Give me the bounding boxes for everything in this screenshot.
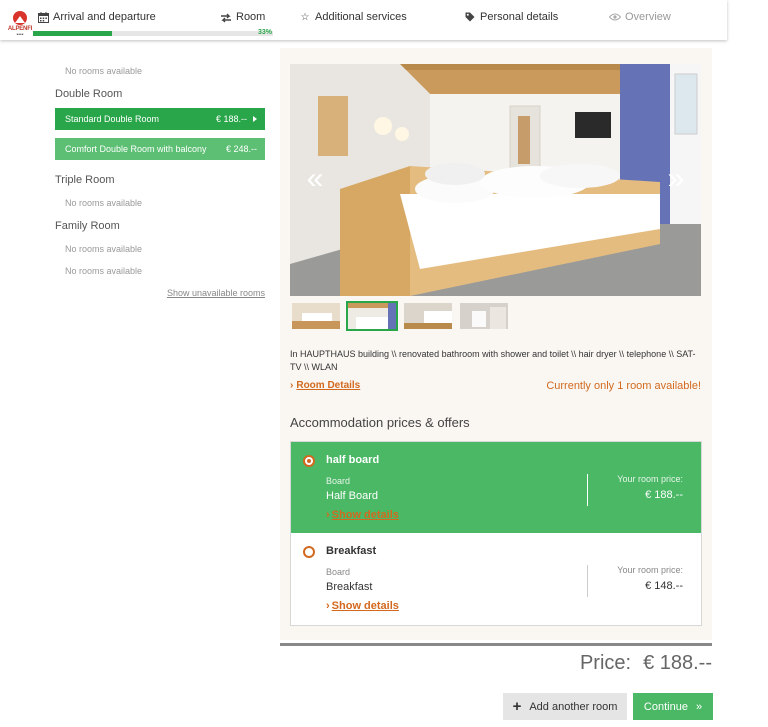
price-divider <box>280 643 712 646</box>
board-value: Half Board <box>326 490 378 502</box>
price-value: € 188.-- <box>645 489 683 501</box>
thumbnail-3[interactable] <box>402 301 454 331</box>
room-details-panel: « » In HAUPTHAUS building \\ renovated b… <box>280 48 712 640</box>
category-double-room: Double Room <box>55 88 123 100</box>
show-details-link[interactable]: › Show details <box>326 509 399 521</box>
category-family-room: Family Room <box>55 220 120 232</box>
show-details-label: Show details <box>331 509 399 521</box>
offer-breakfast[interactable]: Breakfast Board Breakfast › Show details … <box>291 533 701 624</box>
logo-mark-icon <box>13 11 27 25</box>
double-chevron-right-icon: » <box>695 700 703 713</box>
total-price: Price: € 188.-- <box>580 652 712 675</box>
show-details-link[interactable]: › Show details <box>326 600 399 612</box>
offers-list: half board Board Half Board › Show detail… <box>290 441 702 626</box>
room-name: Comfort Double Room with balcony <box>65 144 207 154</box>
room-price: € 188.-- <box>215 114 247 124</box>
room-arrows-icon <box>220 11 232 23</box>
step-label: Overview <box>625 11 671 23</box>
step-personal-details[interactable]: Personal details <box>464 11 558 23</box>
continue-label: Continue <box>643 700 688 713</box>
step-label: Arrival and departure <box>53 11 156 23</box>
prev-photo-arrow[interactable]: « <box>300 164 330 194</box>
thumbnail-1[interactable] <box>290 301 342 331</box>
step-label: Additional services <box>315 11 407 23</box>
thumbnail-4[interactable] <box>458 301 510 331</box>
category-triple-room: Triple Room <box>55 174 115 186</box>
board-value: Breakfast <box>326 581 373 593</box>
chevron-right-icon: › <box>290 380 294 391</box>
price-value: € 148.-- <box>645 580 683 592</box>
room-price: € 248.-- <box>225 144 257 154</box>
tag-icon <box>464 11 476 23</box>
progress-fill <box>33 31 113 36</box>
thumbnail-2[interactable] <box>346 301 398 331</box>
board-label: Board <box>326 476 351 486</box>
step-arrival-departure[interactable]: Arrival and departure <box>37 11 156 23</box>
no-rooms-text: No rooms available <box>65 244 143 254</box>
room-details-link[interactable]: › Room Details <box>290 380 360 391</box>
room-comfort-double-button[interactable]: Comfort Double Room with balcony € 248.-… <box>55 138 265 160</box>
room-photo: « » <box>290 64 701 296</box>
step-label: Room <box>236 11 266 23</box>
room-name: Standard Double Room <box>65 114 160 124</box>
room-details-label: Room Details <box>296 380 361 391</box>
offer-price-box: Your room price: € 188.-- <box>587 474 683 506</box>
accommodation-title: Accommodation prices & offers <box>290 415 470 430</box>
chevron-right-icon: › <box>326 600 330 612</box>
chevron-right-icon: › <box>326 509 330 521</box>
star-icon: ☆ <box>300 11 310 23</box>
no-rooms-text: No rooms available <box>65 66 143 76</box>
progress-bar <box>33 31 273 36</box>
step-additional-services[interactable]: ☆ Additional services <box>299 11 407 23</box>
photo-thumbnails <box>290 301 510 331</box>
booking-header: ALPENFI •••• Arrival and departure Room … <box>0 0 727 40</box>
add-another-room-button[interactable]: + Add another room <box>503 693 627 720</box>
offer-name: half board <box>326 454 380 466</box>
room-list: No rooms available Double Room Standard … <box>55 60 265 298</box>
progress-label: 33% <box>258 29 273 36</box>
step-overview[interactable]: Overview <box>609 11 671 23</box>
offer-price-box: Your room price: € 148.-- <box>587 565 683 597</box>
show-unavailable-rooms-link[interactable]: Show unavailable rooms <box>55 288 265 298</box>
no-rooms-text: No rooms available <box>65 266 143 276</box>
plus-icon: + <box>512 698 522 715</box>
room-description: In HAUPTHAUS building \\ renovated bathr… <box>290 349 696 372</box>
offer-name: Breakfast <box>326 545 377 557</box>
step-room[interactable]: Room <box>220 11 265 23</box>
step-label: Personal details <box>480 11 559 23</box>
hotel-logo[interactable]: ALPENFI •••• <box>6 11 34 41</box>
calendar-icon <box>37 11 49 23</box>
total-price-label: Price: <box>579 652 632 674</box>
continue-button[interactable]: Continue » <box>633 693 713 720</box>
offer-radio[interactable] <box>303 455 315 467</box>
board-label: Board <box>326 567 351 577</box>
show-details-label: Show details <box>331 600 399 612</box>
next-photo-arrow[interactable]: » <box>661 164 691 194</box>
offer-radio[interactable] <box>303 546 315 558</box>
price-label: Your room price: <box>617 565 683 575</box>
price-label: Your room price: <box>617 474 683 484</box>
eye-icon <box>609 11 621 23</box>
add-room-label: Add another room <box>529 700 618 713</box>
room-standard-double-button[interactable]: Standard Double Room € 188.-- <box>55 108 265 130</box>
total-price-value: € 188.-- <box>643 652 712 674</box>
caret-right-icon <box>253 116 257 122</box>
logo-stars: •••• <box>16 32 24 38</box>
offer-half-board[interactable]: half board Board Half Board › Show detail… <box>291 442 701 533</box>
no-rooms-text: No rooms available <box>65 198 143 208</box>
availability-notice: Currently only 1 room available! <box>546 380 701 392</box>
